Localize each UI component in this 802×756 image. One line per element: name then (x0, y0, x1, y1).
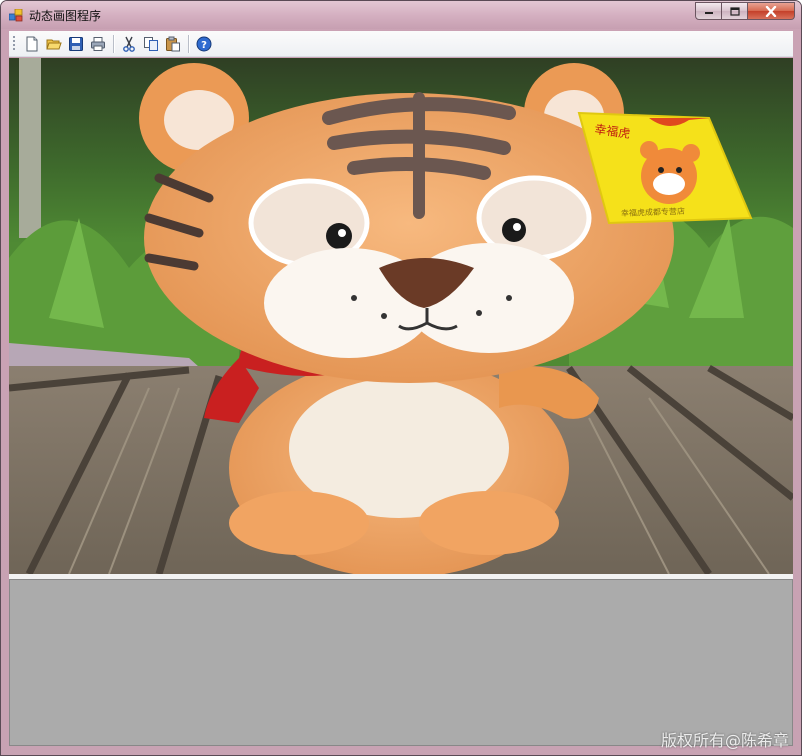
save-icon (69, 36, 83, 51)
cut-icon (123, 36, 135, 52)
watermark: 版权所有@陈希章 (660, 731, 789, 750)
save-button[interactable] (65, 33, 87, 55)
bottom-panel[interactable] (9, 579, 793, 746)
open-folder-icon (46, 39, 62, 49)
new-file-icon (26, 36, 38, 51)
help-button[interactable]: ? (193, 33, 215, 55)
paste-icon (166, 36, 180, 51)
help-icon: ? (196, 36, 212, 51)
title-bar[interactable]: 动态画图程序 (1, 1, 801, 29)
copy-button[interactable] (140, 33, 162, 55)
close-button[interactable] (748, 2, 795, 20)
app-icon (9, 9, 23, 22)
app-window: 动态画图程序 ? 幸福虎 幸福虎成都专营店 版权所有@陈希章 (0, 0, 802, 756)
toolbar-separator (113, 34, 114, 53)
minimize-button[interactable] (695, 2, 722, 20)
copy-icon (144, 36, 158, 51)
maximize-icon (729, 6, 740, 16)
toolbar-grip[interactable] (12, 35, 16, 52)
new-button[interactable] (21, 33, 43, 55)
cut-button[interactable] (118, 33, 140, 55)
print-button[interactable] (87, 33, 109, 55)
print-icon (91, 36, 105, 51)
open-button[interactable] (43, 33, 65, 55)
minimize-icon (704, 12, 713, 14)
svg-text:?: ? (201, 40, 207, 51)
toolbar: ? (9, 31, 793, 57)
close-icon (765, 5, 777, 17)
window-controls (695, 2, 795, 21)
toolbar-separator (188, 34, 189, 53)
window-title: 动态画图程序 (29, 9, 102, 23)
drawing-canvas[interactable]: 幸福虎 幸福虎成都专营店 (9, 58, 793, 574)
paste-button[interactable] (162, 33, 184, 55)
maximize-button[interactable] (722, 2, 748, 20)
